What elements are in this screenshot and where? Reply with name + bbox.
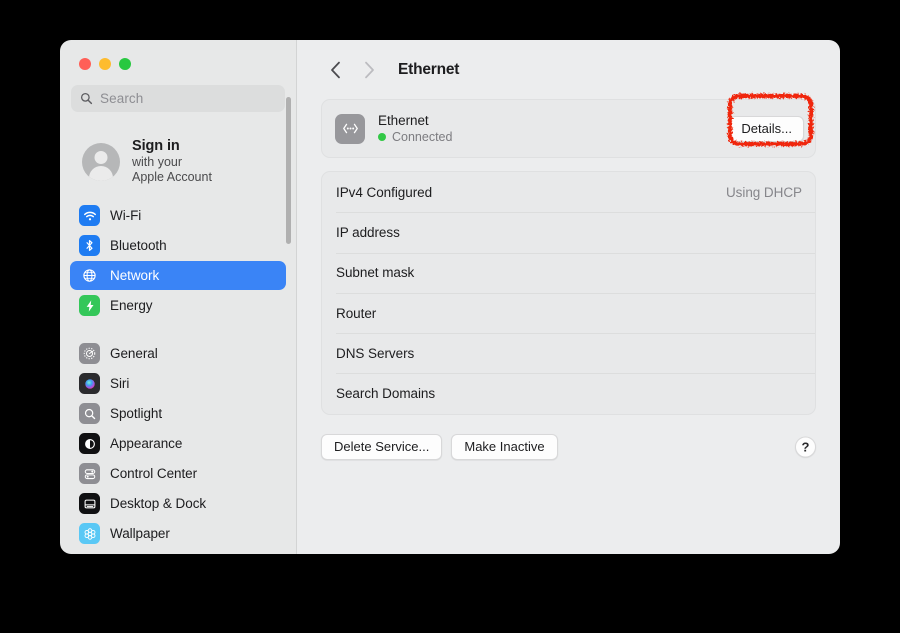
sidebar-item-label: Siri <box>110 376 130 391</box>
table-row[interactable]: IP address <box>322 212 815 252</box>
table-row[interactable]: DNS Servers <box>322 333 815 373</box>
maximize-button[interactable] <box>119 58 131 70</box>
sidebar-item-label: Bluetooth <box>110 238 167 253</box>
search-field[interactable]: Search <box>71 85 285 112</box>
ethernet-service-card: Ethernet Connected Details... <box>321 99 816 158</box>
sidebar-item-wallpaper[interactable]: Wallpaper <box>70 519 286 548</box>
sidebar-item-wifi[interactable]: Wi-Fi <box>70 201 286 230</box>
desktop-icon <box>79 493 100 514</box>
sidebar-item-network[interactable]: Network <box>70 261 286 290</box>
sidebar-item-siri[interactable]: Siri <box>70 369 286 398</box>
sidebar-item-label: Wi-Fi <box>110 208 142 223</box>
bolt-icon <box>79 295 100 316</box>
sidebar-item-label: General <box>110 346 158 361</box>
sidebar-item-label: Appearance <box>110 436 183 451</box>
service-status: Connected <box>392 129 453 144</box>
page-title: Ethernet <box>398 60 460 78</box>
chevron-left-icon <box>330 61 340 78</box>
gear-icon <box>79 343 100 364</box>
table-row[interactable]: IPv4 Configured Using DHCP <box>322 172 815 212</box>
make-inactive-button[interactable]: Make Inactive <box>451 433 558 460</box>
table-row[interactable]: Subnet mask <box>322 252 815 293</box>
window-controls <box>60 40 296 70</box>
sidebar-group-system: General Siri Spotlight Appearance Contro… <box>60 335 296 548</box>
flower-icon <box>79 523 100 544</box>
sidebar-item-general[interactable]: General <box>70 339 286 368</box>
row-value: Using DHCP <box>725 184 802 200</box>
details-button[interactable]: Details... <box>729 115 804 142</box>
person-icon <box>82 142 120 181</box>
back-button[interactable] <box>318 55 352 85</box>
service-name: Ethernet <box>378 112 429 128</box>
sidebar-item-appearance[interactable]: Appearance <box>70 429 286 458</box>
sidebar-group-divider <box>60 321 296 335</box>
table-row[interactable]: Search Domains <box>322 373 815 413</box>
forward-button[interactable] <box>352 55 386 85</box>
row-label: Search Domains <box>336 386 436 402</box>
ipv4-info-card: IPv4 Configured Using DHCP IP address Su… <box>321 171 816 415</box>
account-subtitle-line2: Apple Account <box>132 170 212 184</box>
search-placeholder: Search <box>100 91 144 106</box>
sidebar-item-label: Wallpaper <box>110 526 170 541</box>
sidebar-item-label: Control Center <box>110 466 198 481</box>
sidebar-item-control-center[interactable]: Control Center <box>70 459 286 488</box>
chevron-right-icon <box>364 61 374 78</box>
close-button[interactable] <box>79 58 91 70</box>
sidebar-item-desktop-dock[interactable]: Desktop & Dock <box>70 489 286 518</box>
sidebar-item-label: Desktop & Dock <box>110 496 207 511</box>
sidebar-item-bluetooth[interactable]: Bluetooth <box>70 231 286 260</box>
sliders-icon <box>79 463 100 484</box>
content-pane: Ethernet Ethernet Connected Details... I… <box>297 40 840 554</box>
magnifier-icon <box>79 403 100 424</box>
navigation-bar: Ethernet <box>297 40 840 99</box>
sidebar-item-spotlight[interactable]: Spotlight <box>70 399 286 428</box>
minimize-button[interactable] <box>99 58 111 70</box>
sidebar-item-label: Spotlight <box>110 406 163 421</box>
status-indicator-dot <box>378 133 386 141</box>
sidebar-group-connectivity: Wi-Fi Bluetooth Network Energy <box>60 197 296 320</box>
sidebar-item-label: Energy <box>110 298 153 313</box>
contrast-icon <box>79 433 100 454</box>
sidebar-scroll-area: Sign in with your Apple Account Wi-Fi Bl… <box>60 126 296 554</box>
row-label: Router <box>336 305 377 321</box>
row-label: DNS Servers <box>336 345 415 361</box>
system-settings-window: Search Sign in with your Apple Account W… <box>60 40 840 554</box>
siri-orb-icon <box>79 373 100 394</box>
globe-icon <box>79 265 100 286</box>
delete-service-button[interactable]: Delete Service... <box>321 433 443 460</box>
wifi-icon <box>79 205 100 226</box>
action-button-row: Delete Service... Make Inactive ? <box>321 433 816 460</box>
sidebar-item-energy[interactable]: Energy <box>70 291 286 320</box>
account-signin-label: Sign in <box>132 138 180 154</box>
help-button[interactable]: ? <box>795 436 816 458</box>
row-label: IPv4 Configured <box>336 184 433 200</box>
row-label: Subnet mask <box>336 265 415 281</box>
row-label: IP address <box>336 224 400 240</box>
search-icon <box>80 92 93 105</box>
ethernet-icon <box>335 113 365 144</box>
sidebar-item-label: Network <box>110 268 160 283</box>
sidebar: Search Sign in with your Apple Account W… <box>60 40 297 554</box>
bluetooth-icon <box>79 235 100 256</box>
table-row[interactable]: Router <box>322 292 815 333</box>
account-subtitle-line1: with your <box>132 155 183 169</box>
sidebar-scrollbar[interactable] <box>286 97 291 244</box>
sidebar-item-apple-account[interactable]: Sign in with your Apple Account <box>60 126 296 197</box>
